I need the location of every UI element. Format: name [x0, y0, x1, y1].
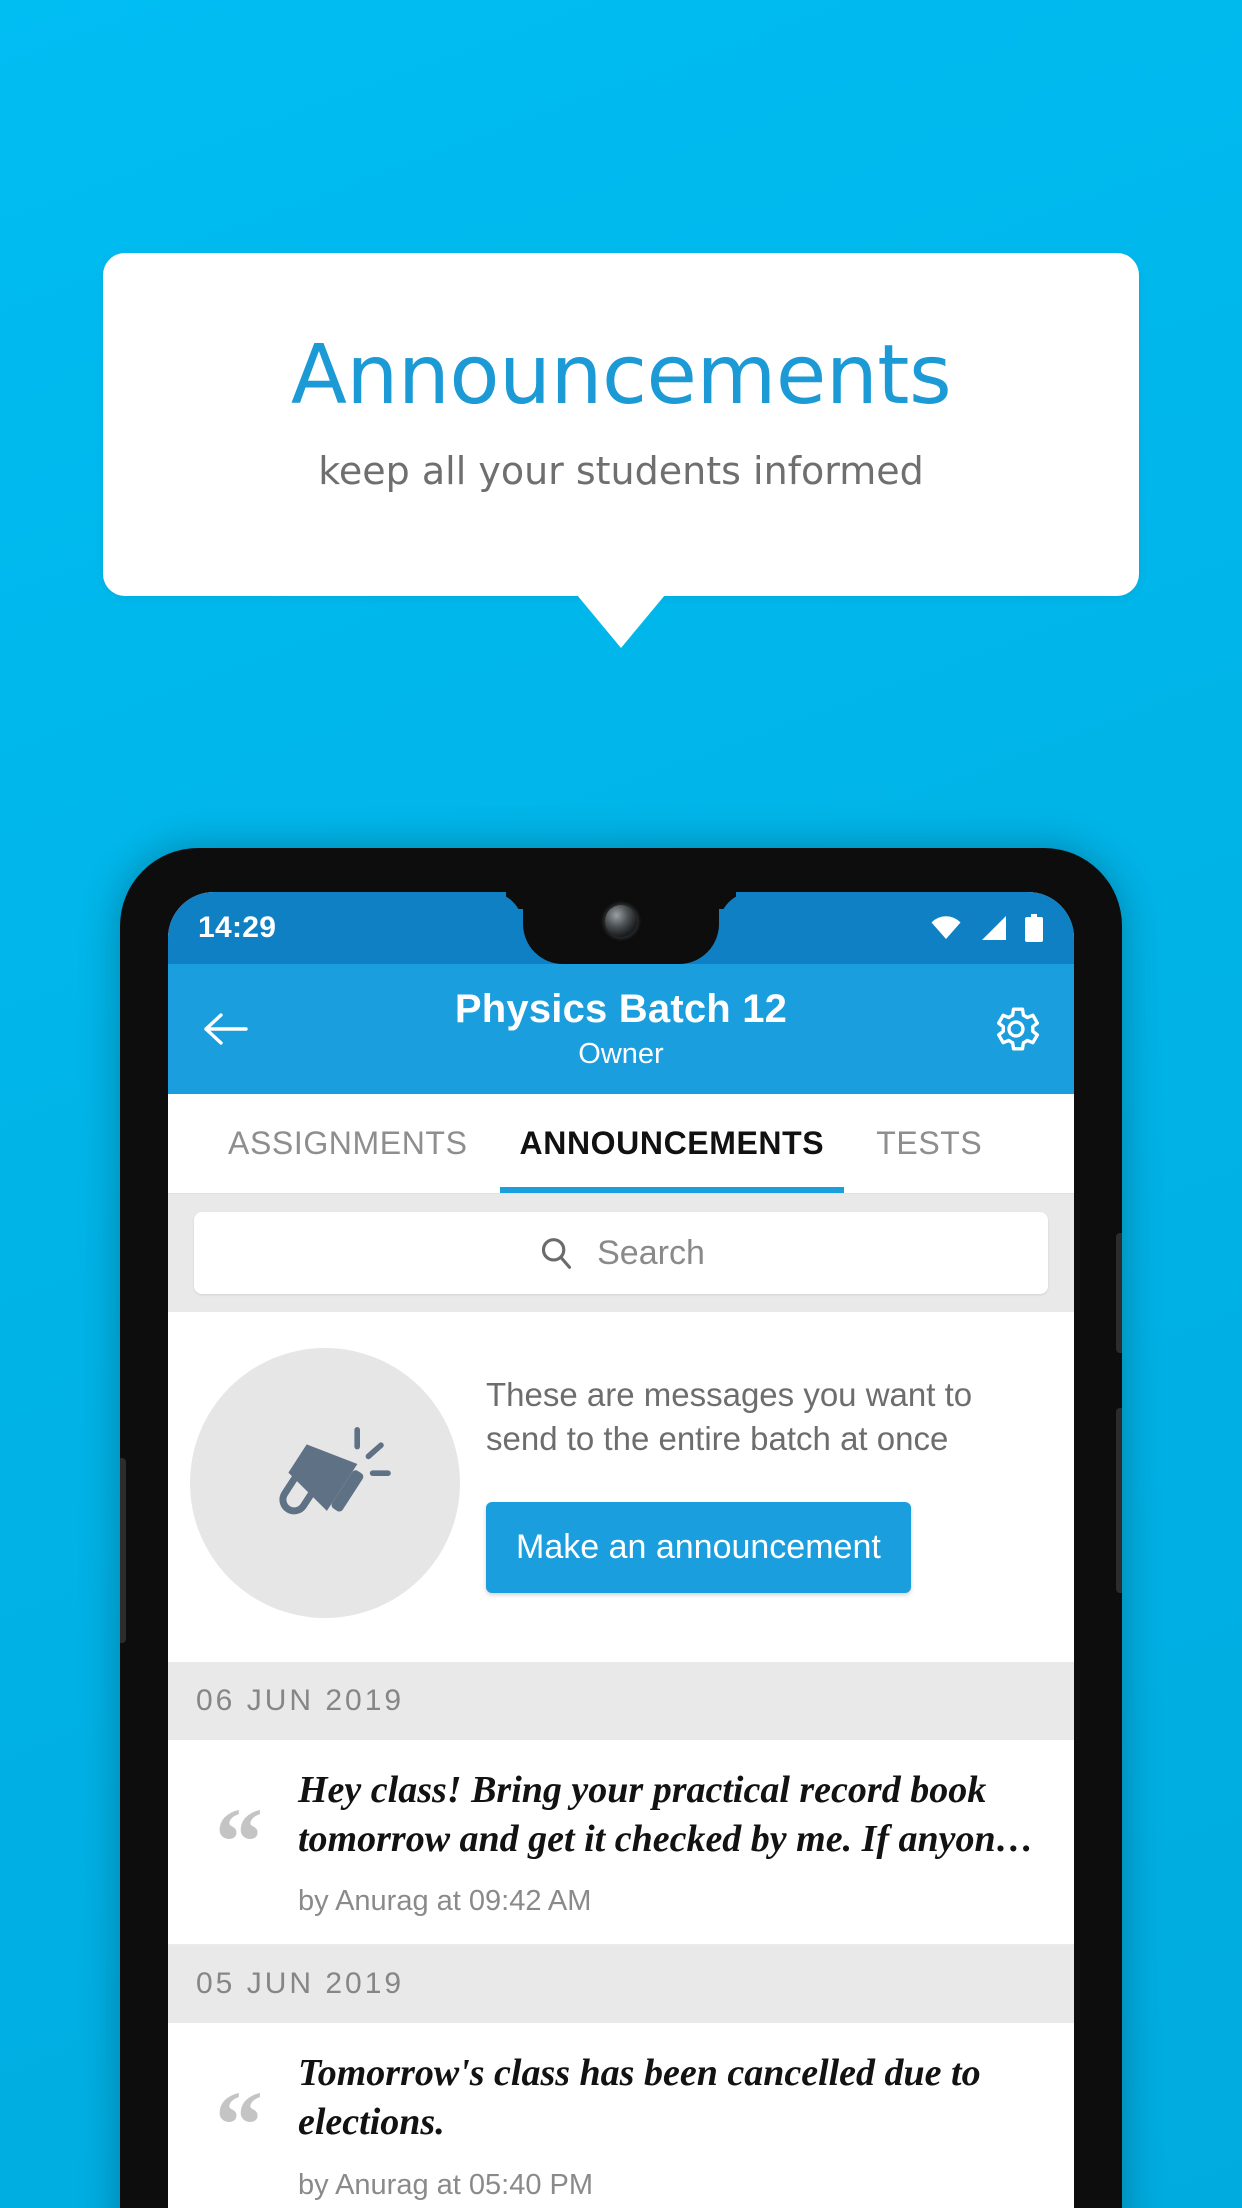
tab-tests[interactable]: TESTS: [850, 1094, 1008, 1193]
announcement-text-line1: Tomorrow's class has been cancelled due …: [298, 2052, 981, 2095]
tab-bar[interactable]: ASSIGNMENTS ANNOUNCEMENTS TESTS: [168, 1094, 1074, 1194]
gear-icon: [996, 1007, 1040, 1051]
search-icon: [542, 1238, 572, 1269]
quote-icon: “: [215, 1788, 263, 1895]
search-input[interactable]: Search: [194, 1212, 1048, 1294]
tab-label: [1034, 1125, 1044, 1162]
phone-side-button: [120, 1458, 126, 1643]
make-announcement-button[interactable]: Make an announcement: [486, 1502, 911, 1594]
phone-power-button: [1116, 1233, 1122, 1353]
status-clock: 14:29: [198, 911, 277, 944]
date-header: 05 JUN 2019: [168, 1945, 1074, 2024]
phone-screen: 14:29 Physics Batch 12 Owner ASSIGNMENTS…: [168, 892, 1074, 2208]
empty-state-banner: These are messages you want to send to t…: [168, 1312, 1074, 1662]
search-placeholder: Search: [597, 1233, 705, 1272]
page-title: Physics Batch 12: [454, 987, 788, 1032]
announcement-body: Hey class! Bring your practical record b…: [298, 1766, 1050, 1918]
announcement-text-line1: Hey class! Bring your practical record b…: [298, 1769, 987, 1811]
page-subtitle: keep all your students informed: [318, 449, 924, 493]
signal-icon: [982, 916, 1006, 940]
megaphone-icon: [279, 1427, 391, 1515]
announcement-text-line2: elections.: [298, 2100, 445, 2143]
search-section: Search: [168, 1194, 1074, 1312]
promo-bubble: Announcements keep all your students inf…: [103, 253, 1139, 596]
quote-icon: “: [215, 2071, 263, 2179]
announcement-meta: by Anurag at 05:40 PM: [298, 2168, 594, 2201]
date-header: 06 JUN 2019: [168, 1662, 1074, 1740]
wifi-icon: [931, 916, 961, 939]
app-bar: Physics Batch 12 Owner: [168, 964, 1074, 1094]
megaphone-badge: [190, 1348, 460, 1618]
tab-label: ASSIGNMENTS: [228, 1125, 468, 1161]
empty-state-content: These are messages you want to send to t…: [486, 1373, 1044, 1594]
bubble-tail: [577, 595, 665, 648]
tab-assignments[interactable]: ASSIGNMENTS: [202, 1094, 494, 1193]
announcement-meta: by Anurag at 09:42 AM: [298, 1885, 592, 1918]
tab-label: ANNOUNCEMENTS: [519, 1125, 825, 1161]
page-title: Announcements: [290, 328, 952, 423]
phone-notch: [523, 892, 719, 964]
tab-label: TESTS: [876, 1125, 983, 1161]
phone-frame: 14:29 Physics Batch 12 Owner ASSIGNMENTS…: [120, 848, 1122, 2208]
app-bar-titles: Physics Batch 12 Owner: [258, 986, 984, 1071]
back-arrow-icon: [204, 1013, 248, 1045]
empty-state-description: These are messages you want to send to t…: [486, 1375, 973, 1457]
tab-next-partial[interactable]: [1008, 1094, 1070, 1193]
front-camera-icon: [605, 905, 637, 937]
phone-volume-button: [1116, 1408, 1122, 1593]
announcement-text-line2: tomorrow and get it checked by me. If an…: [298, 1817, 1034, 1860]
back-button[interactable]: [194, 997, 258, 1061]
list-item[interactable]: “ Hey class! Bring your practical record…: [168, 1740, 1074, 1946]
status-icons: [930, 914, 1044, 942]
tab-announcements[interactable]: ANNOUNCEMENTS: [494, 1094, 851, 1193]
page-subtitle: Owner: [578, 1038, 664, 1071]
battery-icon: [1025, 914, 1043, 942]
settings-button[interactable]: [984, 997, 1048, 1061]
promo-screenshot: Announcements keep all your students inf…: [0, 0, 1242, 2208]
announcement-body: Tomorrow's class has been cancelled due …: [298, 2049, 1050, 2201]
list-item[interactable]: “ Tomorrow's class has been cancelled du…: [168, 2023, 1074, 2208]
